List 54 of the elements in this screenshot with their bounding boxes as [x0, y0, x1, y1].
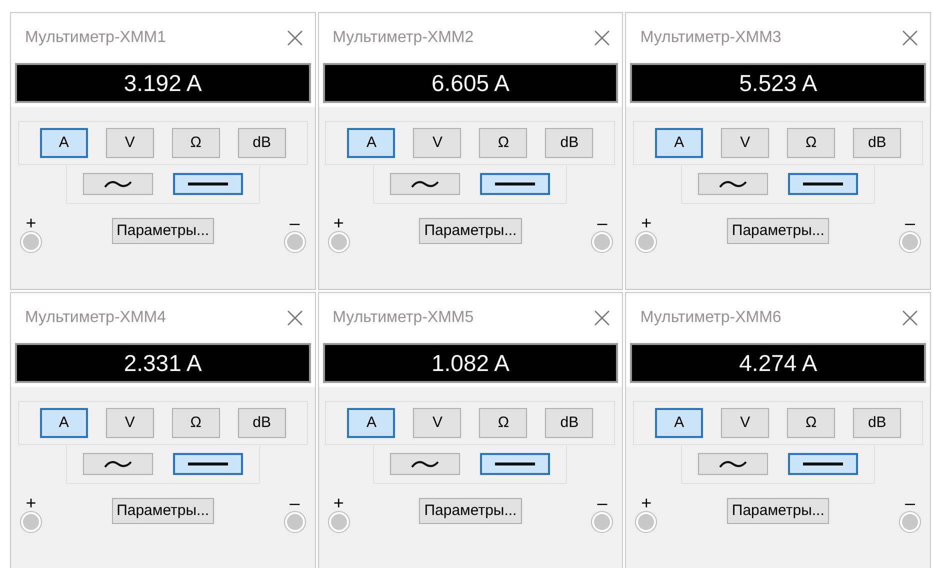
- minus-label: –: [290, 494, 300, 512]
- reading-display: 2.331 A: [15, 343, 311, 383]
- mode-button[interactable]: dB: [238, 128, 286, 158]
- mode-button[interactable]: dB: [545, 128, 594, 158]
- window-title: Мультиметр-XMM3: [640, 28, 782, 48]
- mode-button[interactable]: A: [655, 128, 704, 158]
- mode-button[interactable]: dB: [853, 128, 902, 158]
- mode-button[interactable]: V: [721, 408, 770, 438]
- mode-button[interactable]: dB: [853, 408, 902, 438]
- mode-button[interactable]: A: [40, 408, 88, 438]
- reading-display: 4.274 A: [630, 343, 926, 383]
- window-title: Мультиметр-XMM5: [332, 308, 474, 328]
- mode-button[interactable]: Ω: [172, 408, 220, 438]
- window-title: Мультиметр-XMM4: [25, 308, 166, 328]
- plus-label: +: [26, 494, 36, 512]
- settings-button[interactable]: Параметры...: [419, 218, 522, 244]
- mode-button[interactable]: dB: [545, 408, 594, 438]
- minus-label: –: [290, 214, 300, 232]
- minus-label: –: [904, 494, 915, 512]
- plus-label: +: [333, 214, 344, 232]
- window-title: Мультиметр-XMM1: [25, 28, 166, 48]
- window-title: Мультиметр-XMM2: [332, 28, 474, 48]
- mode-button[interactable]: A: [40, 128, 88, 158]
- plus-label: +: [641, 494, 652, 512]
- minus-label: –: [597, 494, 608, 512]
- mode-button[interactable]: Ω: [479, 128, 528, 158]
- mode-button[interactable]: dB: [238, 408, 286, 438]
- window-title: Мультиметр-XMM6: [640, 308, 782, 328]
- settings-button[interactable]: Параметры...: [419, 498, 522, 524]
- mode-button[interactable]: Ω: [172, 128, 220, 158]
- plus-label: +: [641, 214, 652, 232]
- mode-button[interactable]: V: [106, 128, 154, 158]
- minus-label: –: [597, 214, 608, 232]
- mode-button[interactable]: V: [413, 128, 462, 158]
- reading-display: 6.605 A: [322, 63, 618, 103]
- settings-button[interactable]: Параметры...: [112, 218, 214, 244]
- plus-label: +: [333, 494, 344, 512]
- reading-display: 1.082 A: [322, 343, 618, 383]
- minus-label: –: [904, 214, 915, 232]
- mode-button[interactable]: V: [106, 408, 154, 438]
- plus-label: +: [26, 214, 36, 232]
- settings-button[interactable]: Параметры...: [112, 498, 214, 524]
- mode-button[interactable]: V: [413, 408, 462, 438]
- mode-button[interactable]: Ω: [787, 128, 836, 158]
- mode-button[interactable]: Ω: [479, 408, 528, 438]
- mode-button[interactable]: V: [721, 128, 770, 158]
- mode-button[interactable]: A: [347, 408, 396, 438]
- mode-button[interactable]: Ω: [787, 408, 836, 438]
- mode-button[interactable]: A: [655, 408, 704, 438]
- settings-button[interactable]: Параметры...: [726, 498, 830, 524]
- settings-button[interactable]: Параметры...: [726, 218, 830, 244]
- mode-button[interactable]: A: [347, 128, 396, 158]
- reading-display: 5.523 A: [630, 63, 926, 103]
- reading-display: 3.192 A: [15, 63, 311, 103]
